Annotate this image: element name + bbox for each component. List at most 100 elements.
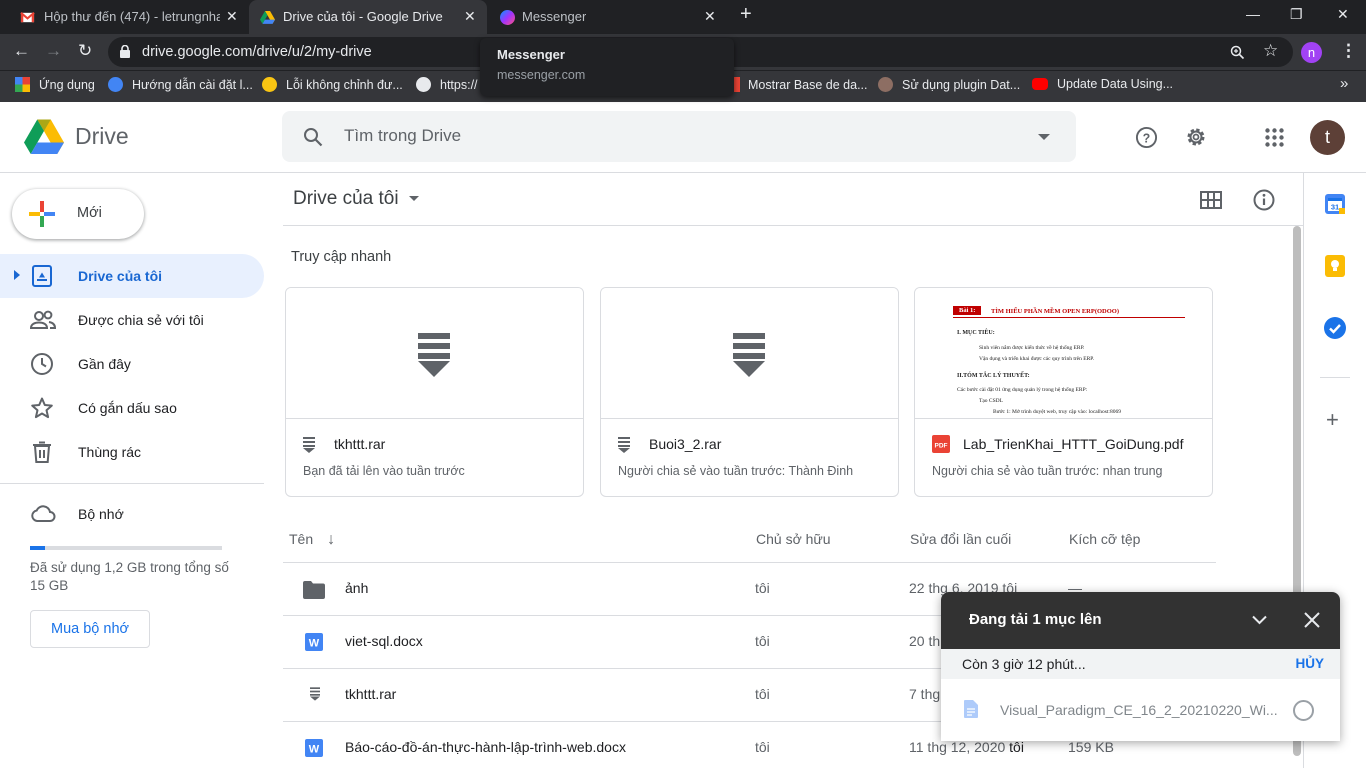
calendar-icon[interactable]: 31 — [1325, 194, 1345, 214]
site-icon — [262, 77, 277, 92]
bookmark-label: Sử dụng plugin Dat... — [902, 77, 1021, 92]
archive-icon — [310, 687, 320, 701]
file-name: Lab_TrienKhai_HTTT_GoiDung.pdf — [963, 436, 1184, 452]
sidebar-item-starred[interactable]: Có gắn dấu sao — [0, 386, 264, 430]
sidebar-item-label: Gần đây — [78, 356, 131, 372]
upload-panel: Đang tải 1 mục lên Còn 3 giờ 12 phút... … — [941, 592, 1340, 741]
sidebar-item-storage[interactable]: Bộ nhớ — [0, 492, 264, 536]
people-icon — [30, 310, 56, 329]
archive-icon — [618, 437, 630, 453]
file-name: Buoi3_2.rar — [649, 436, 722, 452]
sidebar-item-my-drive[interactable]: Drive của tôi — [0, 254, 264, 298]
settings-gear-icon[interactable] — [1184, 125, 1208, 149]
modified-by: tôi — [1009, 739, 1024, 755]
bookmark-label: Mostrar Base de da... — [748, 77, 868, 92]
bookmark-item[interactable]: https:// — [416, 77, 478, 92]
gmail-icon — [20, 12, 35, 23]
file-name: ảnh — [345, 580, 369, 596]
time-remaining: Còn 3 giờ 12 phút... — [962, 656, 1086, 672]
tasks-icon[interactable] — [1324, 317, 1346, 339]
tab-gmail[interactable]: Hộp thư đến (474) - letrungnhan ✕ — [0, 0, 248, 34]
file-activity: Bạn đã tải lên vào tuần trước — [303, 464, 465, 478]
window-close-button[interactable]: ✕ — [1337, 6, 1349, 23]
sidebar-item-label: Thùng rác — [78, 444, 142, 460]
bookmark-item[interactable]: Sử dụng plugin Dat... — [878, 77, 1020, 92]
column-header-owner: Chủ sở hữu — [756, 531, 831, 547]
svg-text:PDF: PDF — [935, 443, 948, 450]
close-icon[interactable] — [1304, 612, 1320, 628]
tab-title: Messenger — [522, 9, 587, 24]
reload-icon[interactable]: ↻ — [78, 41, 92, 61]
chevron-down-icon — [408, 196, 419, 202]
storage-progress-bar — [30, 546, 222, 550]
sidebar: Mới Drive của tôi Được chia sẻ với tôi G… — [0, 173, 276, 768]
search-input[interactable]: Tìm trong Drive — [282, 111, 1076, 162]
zoom-icon[interactable] — [1230, 45, 1245, 60]
info-icon[interactable] — [1253, 189, 1275, 211]
star-icon — [31, 397, 53, 419]
file-owner: tôi — [755, 739, 770, 755]
chevron-down-icon[interactable] — [1252, 615, 1267, 625]
tab-messenger[interactable]: Messenger ✕ — [488, 0, 726, 34]
back-icon[interactable]: ← — [13, 41, 30, 61]
file-thumbnail — [601, 288, 898, 419]
bookmark-item[interactable]: Lỗi không chỉnh đư... — [262, 77, 403, 92]
google-drive-logo[interactable] — [24, 119, 64, 155]
profile-avatar[interactable]: n — [1301, 42, 1322, 63]
help-icon[interactable]: ? — [1135, 126, 1158, 149]
quick-access-card[interactable]: tkhttt.rar Bạn đã tải lên vào tuần trước — [285, 287, 584, 497]
menu-icon[interactable]: ⋮ — [1340, 41, 1357, 61]
file-activity: Người chia sẻ vào tuần trước: Thành Đinh — [618, 464, 854, 478]
bookmark-item[interactable]: Mostrar Base de da... — [734, 77, 868, 92]
new-button[interactable]: Mới — [12, 189, 144, 239]
sidebar-item-shared[interactable]: Được chia sẻ với tôi — [0, 298, 264, 342]
star-icon[interactable]: ☆ — [1263, 41, 1278, 61]
bookmark-item[interactable]: Update Data Using... — [1032, 77, 1173, 91]
tab-drive[interactable]: Drive của tôi - Google Drive ✕ — [249, 0, 487, 34]
tab-title: Drive của tôi - Google Drive — [283, 9, 443, 24]
column-header-modified[interactable]: Sửa đổi lần cuối — [910, 531, 1011, 547]
upload-title: Đang tải 1 mục lên — [969, 611, 1102, 628]
sidebar-item-label: Có gắn dấu sao — [78, 400, 177, 416]
pdf-line: Tạo CSDL — [979, 398, 1003, 404]
quick-access-card[interactable]: Bài 1: TÌM HIỂU PHẦN MỀM OPEN ERP(ODOO) … — [914, 287, 1213, 497]
add-addon-icon[interactable]: + — [1326, 409, 1339, 431]
search-icon[interactable] — [303, 127, 323, 147]
new-tab-button[interactable]: + — [740, 3, 752, 26]
buy-storage-button[interactable]: Mua bộ nhớ — [30, 610, 150, 648]
close-icon[interactable]: ✕ — [704, 8, 716, 25]
page-title[interactable]: Drive của tôi — [293, 188, 419, 210]
sidebar-item-trash[interactable]: Thùng rác — [0, 430, 264, 474]
apps-grid-icon — [15, 77, 30, 92]
maximize-button[interactable]: ❐ — [1290, 6, 1303, 23]
page-title-text: Drive của tôi — [293, 188, 399, 209]
archive-icon — [733, 333, 765, 377]
sidebar-item-recent[interactable]: Gần đây — [0, 342, 264, 386]
forward-icon[interactable]: → — [45, 41, 62, 61]
more-bookmarks-icon[interactable]: » — [1340, 75, 1348, 92]
search-options-icon[interactable] — [1038, 134, 1050, 140]
expand-arrow-icon[interactable] — [14, 270, 20, 280]
minimize-button[interactable]: — — [1246, 6, 1260, 22]
modified-date: 11 thg 12, 2020 — [909, 739, 1006, 755]
quick-access-card[interactable]: Buoi3_2.rar Người chia sẻ vào tuần trước… — [600, 287, 899, 497]
pdf-line: Sinh viên nắm được kiến thức về hệ thống… — [979, 345, 1085, 351]
cancel-upload-button[interactable]: HỦY — [1295, 656, 1324, 671]
close-icon[interactable]: ✕ — [226, 8, 238, 25]
account-avatar[interactable]: t — [1310, 120, 1345, 155]
site-icon — [108, 77, 123, 92]
word-doc-icon: W — [305, 739, 323, 757]
close-icon[interactable]: ✕ — [464, 8, 476, 25]
column-header-name[interactable]: Tên ↓ — [289, 531, 335, 549]
grid-view-icon[interactable] — [1200, 191, 1222, 209]
file-name: viet-sql.docx — [345, 633, 423, 649]
bookmark-apps[interactable]: Ứng dụng — [15, 77, 95, 92]
folder-icon — [303, 581, 325, 599]
site-icon — [734, 77, 740, 92]
sort-arrow-down-icon[interactable]: ↓ — [327, 531, 335, 548]
sidebar-item-label: Được chia sẻ với tôi — [78, 312, 204, 328]
keep-notes-icon[interactable] — [1325, 255, 1345, 277]
bookmark-item[interactable]: Hướng dẫn cài đặt l... — [108, 77, 253, 92]
cloud-icon — [31, 505, 56, 522]
apps-grid-icon[interactable] — [1265, 128, 1284, 147]
